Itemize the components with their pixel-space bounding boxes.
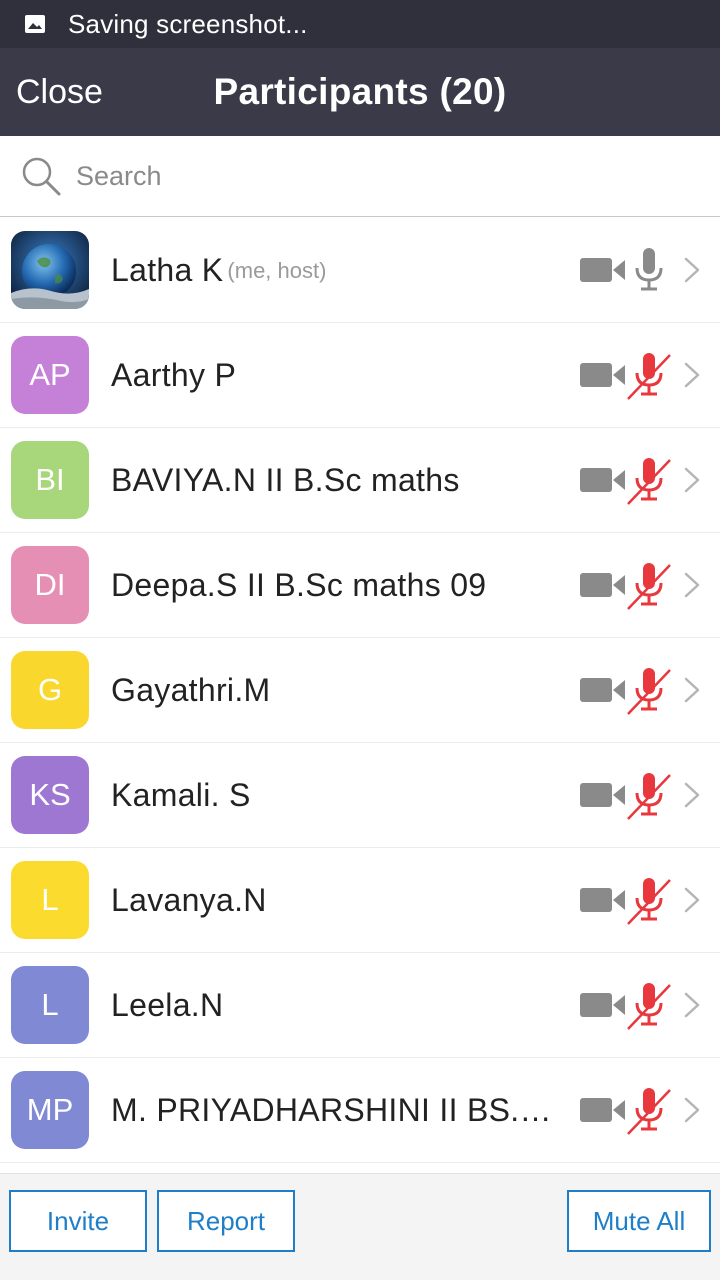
chevron-right-icon[interactable]	[683, 361, 701, 389]
video-icon	[580, 468, 625, 492]
status-text: Saving screenshot...	[68, 8, 308, 39]
participant-row[interactable]: KS Kamali. S	[0, 743, 720, 848]
avatar: DI	[11, 546, 89, 624]
participant-name-wrap: Kamali. S	[111, 743, 561, 848]
participant-row[interactable]: AP Aarthy P	[0, 323, 720, 428]
bottom-toolbar: Invite Report Mute All	[0, 1173, 720, 1280]
search-bar	[0, 136, 720, 217]
avatar-initials: L	[41, 882, 59, 917]
mic-muted-icon	[627, 878, 671, 925]
participant-row[interactable]: L Leela.N	[0, 953, 720, 1058]
participant-name: Kamali. S	[111, 777, 251, 813]
participant-name: Leela.N	[111, 987, 224, 1023]
avatar: L	[11, 966, 89, 1044]
participant-row[interactable]: G Gayathri.M	[0, 638, 720, 743]
chevron-right-icon[interactable]	[683, 676, 701, 704]
participant-name-wrap: Deepa.S II B.Sc maths 09	[111, 533, 561, 638]
chevron-right-icon[interactable]	[683, 1096, 701, 1124]
mute-all-button[interactable]: Mute All	[567, 1190, 711, 1252]
mic-icon	[635, 248, 663, 291]
video-icon	[580, 783, 625, 807]
invite-button[interactable]: Invite	[9, 1190, 147, 1252]
mic-muted-icon	[627, 1088, 671, 1135]
avatar: AP	[11, 336, 89, 414]
participant-name: Deepa.S II B.Sc maths 09	[111, 567, 487, 603]
avatar-initials: MP	[26, 1092, 74, 1127]
participant-name-wrap: BAVIYA.N II B.Sc maths	[111, 428, 561, 533]
avatar-initials: G	[37, 672, 63, 707]
avatar: BI	[11, 441, 89, 519]
video-icon	[580, 363, 625, 387]
close-button[interactable]: Close	[16, 48, 103, 136]
participant-name-wrap: Gayathri.M	[111, 638, 561, 743]
image-icon	[24, 14, 46, 34]
participant-name-wrap: Latha K (me, host)	[111, 218, 561, 323]
participant-row[interactable]: DI Deepa.S II B.Sc maths 09	[0, 533, 720, 638]
search-input[interactable]	[76, 160, 636, 192]
video-icon	[580, 573, 625, 597]
avatar: G	[11, 651, 89, 729]
report-button[interactable]: Report	[157, 1190, 295, 1252]
participant-name: Aarthy P	[111, 357, 237, 393]
participant-name: BAVIYA.N II B.Sc maths	[111, 462, 460, 498]
chevron-right-icon[interactable]	[683, 991, 701, 1019]
participant-row[interactable]: MP M. PRIYADHARSHINI II BS.C...	[0, 1058, 720, 1163]
video-icon	[580, 888, 625, 912]
participant-row[interactable]: L Lavanya.N	[0, 848, 720, 953]
participant-name-wrap: Leela.N	[111, 953, 561, 1058]
mic-muted-icon	[627, 773, 671, 820]
chevron-right-icon[interactable]	[683, 571, 701, 599]
mic-muted-icon	[627, 668, 671, 715]
participant-name-wrap: Aarthy P	[111, 323, 561, 428]
participant-name-wrap: M. PRIYADHARSHINI II BS.C...	[111, 1058, 561, 1163]
participant-role-tag: (me, host)	[227, 257, 327, 283]
participant-name: Lavanya.N	[111, 882, 267, 918]
avatar-initials: L	[41, 987, 59, 1022]
avatar-initials: AP	[29, 357, 71, 392]
chevron-right-icon[interactable]	[683, 256, 701, 284]
chevron-right-icon[interactable]	[683, 466, 701, 494]
participant-name-wrap: Lavanya.N	[111, 848, 561, 953]
video-icon	[580, 258, 625, 282]
page-title: Participants (20)	[213, 71, 507, 112]
participant-row[interactable]: BI BAVIYA.N II B.Sc maths	[0, 428, 720, 533]
avatar-initials: BI	[35, 462, 65, 497]
avatar: KS	[11, 756, 89, 834]
avatar-image	[11, 231, 89, 309]
participant-name: M. PRIYADHARSHINI II BS.C...	[111, 1092, 561, 1128]
video-icon	[580, 1098, 625, 1122]
chevron-right-icon[interactable]	[683, 886, 701, 914]
mic-muted-icon	[627, 458, 671, 505]
participant-list: Latha K (me, host) AP Aarthy P BI BAVIYA.N II…	[0, 218, 720, 1173]
avatar: MP	[11, 1071, 89, 1149]
mic-muted-icon	[627, 353, 671, 400]
participant-name: Gayathri.M	[111, 672, 271, 708]
participant-name: Latha K	[111, 252, 224, 288]
mic-muted-icon	[627, 563, 671, 610]
avatar: L	[11, 861, 89, 939]
participant-row[interactable]: Latha K (me, host)	[0, 218, 720, 323]
search-icon	[22, 157, 61, 196]
video-icon	[580, 678, 625, 702]
avatar-initials: DI	[34, 567, 66, 602]
chevron-right-icon[interactable]	[683, 781, 701, 809]
mic-muted-icon	[627, 983, 671, 1030]
video-icon	[580, 993, 625, 1017]
status-bar: Saving screenshot...	[0, 0, 720, 48]
avatar-initials: KS	[29, 777, 71, 812]
header: Close Participants (20)	[0, 48, 720, 136]
